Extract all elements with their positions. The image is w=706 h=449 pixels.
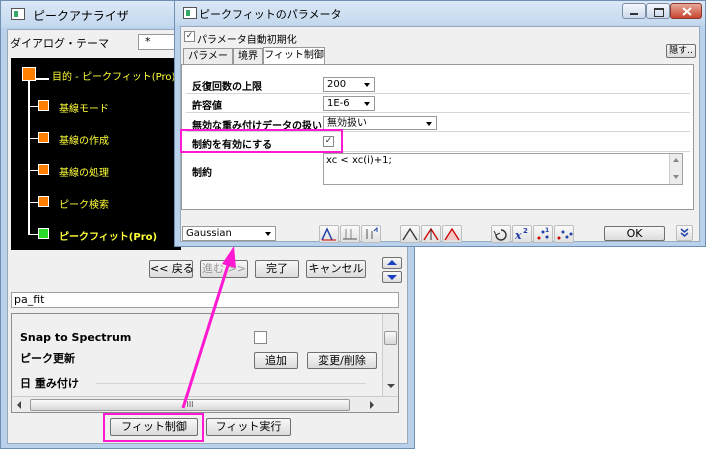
annotation-arrow-icon [181, 246, 236, 409]
